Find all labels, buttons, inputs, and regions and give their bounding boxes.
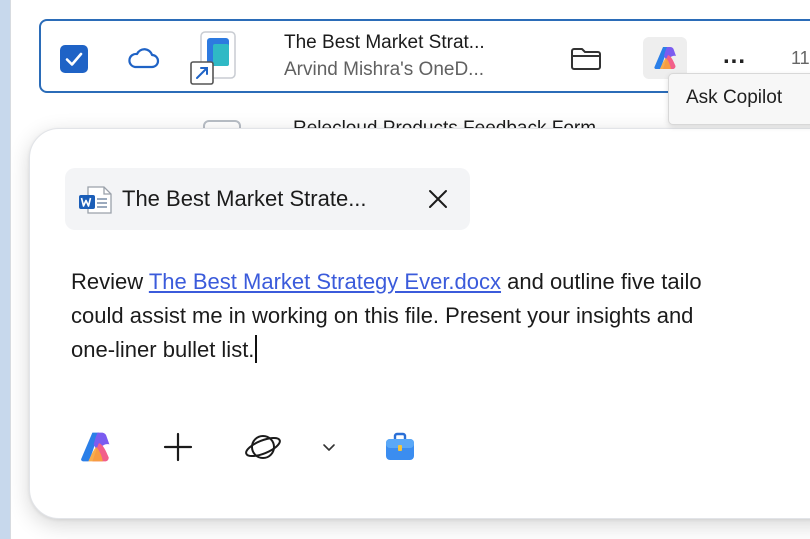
briefcase-icon[interactable] — [383, 430, 417, 464]
attached-file-chip[interactable]: The Best Market Strate... — [65, 168, 470, 230]
web-grounding-icon[interactable] — [243, 428, 283, 466]
text-caret — [255, 335, 258, 363]
word-doc-icon — [79, 186, 112, 214]
prompt-input[interactable]: Review The Best Market Strategy Ever.doc… — [71, 265, 810, 367]
plus-icon[interactable] — [161, 430, 195, 464]
ask-copilot-tooltip: Ask Copilot — [668, 73, 810, 125]
close-icon[interactable] — [425, 186, 451, 212]
prompt-line-2: could assist me in working on this file.… — [71, 303, 694, 328]
shared-file-icon — [190, 31, 236, 85]
folder-icon[interactable] — [569, 46, 603, 72]
chip-label: The Best Market Strate... — [122, 186, 367, 211]
tooltip-text: Ask Copilot — [686, 87, 783, 108]
prompt-line-1: Review The Best Market Strategy Ever.doc… — [71, 265, 810, 299]
prompt-text: and outline five tailo — [501, 269, 702, 294]
copilot-icon[interactable] — [78, 430, 112, 464]
prompt-text: Review — [71, 269, 149, 294]
copilot-composer: The Best Market Strate... Review The Bes… — [29, 128, 810, 519]
prompt-line-3: one-liner bullet list. — [71, 333, 810, 367]
more-options-button[interactable]: ... — [723, 42, 746, 70]
prompt-text: one-liner bullet list. — [71, 337, 255, 362]
row-checkbox[interactable] — [60, 45, 88, 73]
checkmark-icon — [65, 52, 83, 66]
chevron-down-icon[interactable] — [322, 440, 336, 454]
trailing-text: 11 — [791, 48, 810, 68]
file-name[interactable]: The Best Market Strat... — [284, 32, 485, 54]
cloud-icon — [128, 48, 160, 69]
file-location: Arvind Mishra's OneD... — [284, 59, 485, 80]
file-list-frame: The Best Market Strat... Arvind Mishra's… — [10, 0, 810, 539]
file-link[interactable]: The Best Market Strategy Ever.docx — [149, 269, 501, 294]
copilot-icon — [654, 47, 676, 69]
